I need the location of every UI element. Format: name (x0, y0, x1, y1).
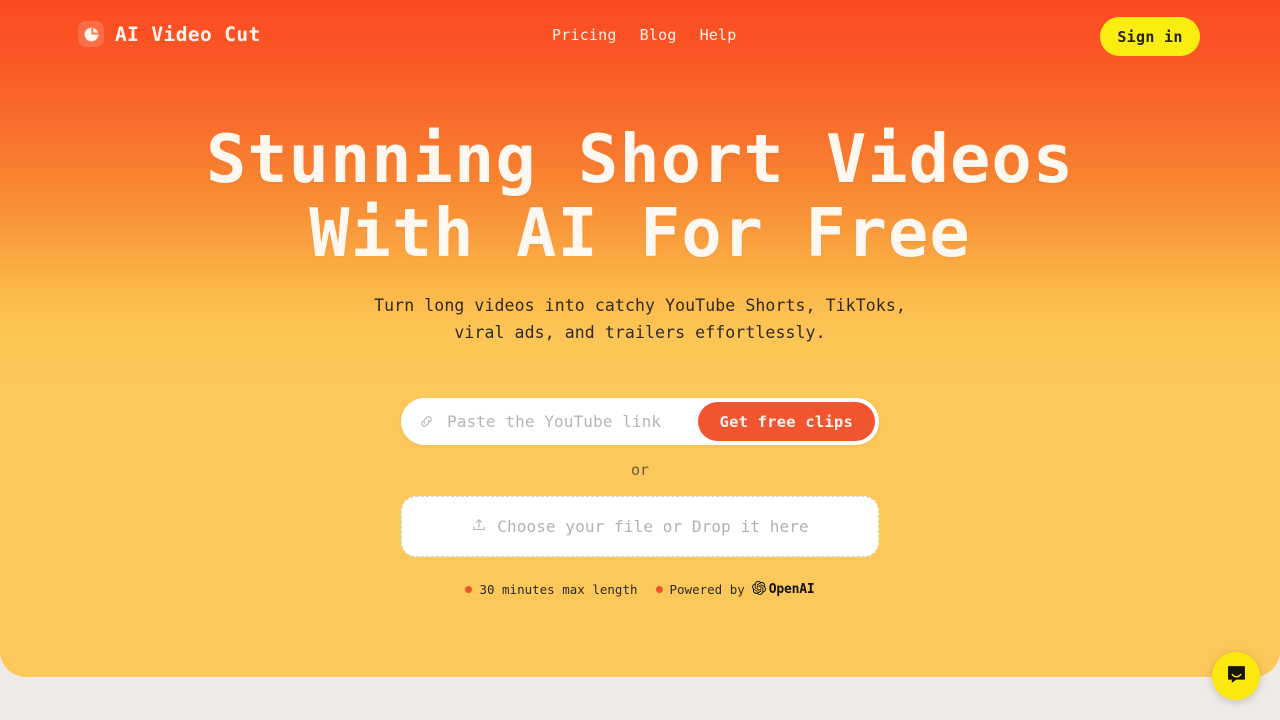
nav-link-pricing[interactable]: Pricing (552, 26, 617, 44)
subtitle-line-1: Turn long videos into catchy YouTube Sho… (374, 296, 906, 315)
nav-link-help[interactable]: Help (700, 26, 737, 44)
brand-logo[interactable]: AI Video Cut (78, 21, 261, 47)
dropzone-label: Choose your file or Drop it here (497, 517, 809, 536)
badge-max-length: 30 minutes max length (465, 582, 638, 597)
subtitle-line-2: viral ads, and trailers effortlessly. (454, 322, 826, 342)
openai-logo-icon (751, 580, 766, 599)
pie-circle-logo-icon (78, 21, 104, 47)
file-dropzone[interactable]: Choose your file or Drop it here (401, 496, 879, 557)
get-free-clips-button[interactable]: Get free clips (697, 402, 875, 441)
page-root: AI Video Cut Pricing Blog Help Sign in S… (0, 0, 1280, 720)
badge-powered-by: Powered by OpenAI (655, 580, 815, 599)
brand-name: AI Video Cut (115, 22, 261, 46)
bullet-dot-icon (655, 586, 663, 593)
upload-tray-icon (471, 517, 487, 537)
or-divider-label: or (630, 461, 650, 479)
page-title: Stunning Short Videos With AI For Free (0, 122, 1280, 271)
youtube-url-input[interactable] (447, 412, 698, 431)
openai-wordmark: OpenAI (768, 582, 815, 597)
nav-link-blog[interactable]: Blog (640, 26, 677, 44)
chat-widget-button[interactable] (1212, 652, 1260, 700)
hero-subtitle: Turn long videos into catchy YouTube Sho… (0, 293, 1280, 346)
sign-in-button[interactable]: Sign in (1100, 17, 1200, 56)
feature-badges: 30 minutes max length Powered by OpenAI (0, 580, 1280, 599)
badge-powered-by-text: Powered by (669, 582, 745, 597)
headline-line-1: Stunning Short Videos (205, 120, 1075, 198)
bullet-dot-icon (465, 586, 473, 593)
badge-max-length-text: 30 minutes max length (479, 582, 638, 597)
chat-bubble-smile-icon (1225, 663, 1248, 690)
top-navigation-bar: AI Video Cut Pricing Blog Help Sign in (0, 0, 1280, 73)
youtube-url-form: Get free clips (401, 398, 879, 445)
headline-line-2: With AI For Free (309, 194, 971, 273)
chain-link-icon (418, 413, 435, 430)
nav-links: Pricing Blog Help (552, 26, 737, 44)
hero-section: AI Video Cut Pricing Blog Help Sign in S… (0, 0, 1280, 677)
openai-brand: OpenAI (751, 580, 815, 599)
